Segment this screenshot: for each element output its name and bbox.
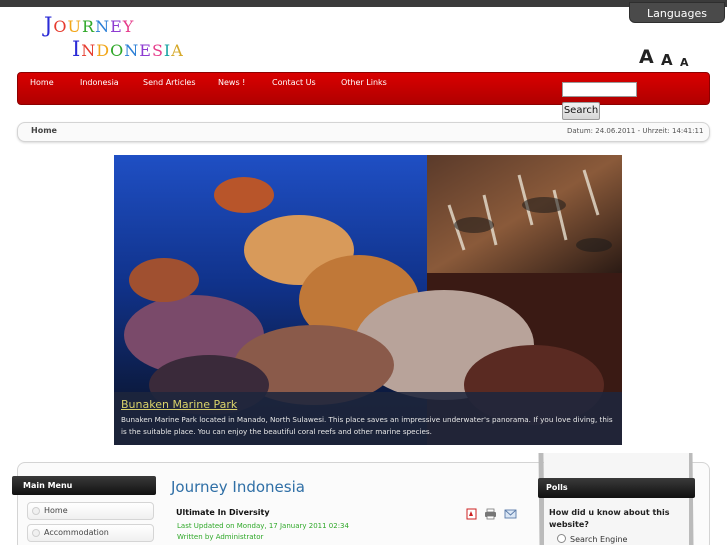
logo-text-journey: OURNEY xyxy=(53,17,134,36)
date-time-display: Datum: 24.06.2011 - Uhrzeit: 14:41:11 xyxy=(567,127,704,135)
logo-letter-j: J xyxy=(44,13,54,37)
logo-line-journey: JOURNEY xyxy=(44,13,134,37)
article-actions xyxy=(466,508,517,520)
slideshow-title-link[interactable]: Bunaken Marine Park xyxy=(121,398,237,411)
logo-letter: N xyxy=(81,41,97,60)
page-title: Journey Indonesia xyxy=(171,478,305,496)
nav-item-send-articles[interactable]: Send Articles xyxy=(143,78,196,87)
polls-title: Polls xyxy=(538,478,695,498)
logo-letter: N xyxy=(124,41,140,60)
languages-tab[interactable]: Languages xyxy=(629,2,725,23)
font-size-small-button[interactable]: A xyxy=(680,56,689,69)
nav-item-other-links[interactable]: Other Links xyxy=(341,78,387,87)
poll-option-label: Search Engine xyxy=(570,535,628,544)
logo-letter: E xyxy=(110,17,123,36)
font-size-large-button[interactable]: A xyxy=(639,46,654,68)
main-menu-title: Main Menu xyxy=(12,476,156,495)
logo-letter: S xyxy=(151,41,164,60)
pdf-icon[interactable] xyxy=(466,508,477,520)
article-last-updated: Last Updated on Monday, 17 January 2011 … xyxy=(177,522,349,530)
poll-question: How did u know about this website? xyxy=(549,508,670,529)
email-icon[interactable] xyxy=(504,509,517,519)
nav-item-news[interactable]: News ! xyxy=(218,78,245,87)
bullet-icon xyxy=(32,507,40,515)
nav-item-indonesia[interactable]: Indonesia xyxy=(80,78,119,87)
search-input[interactable] xyxy=(562,82,637,97)
bullet-icon xyxy=(32,529,40,537)
logo-text-indonesia: NDONESIA xyxy=(81,41,184,60)
font-size-default-button[interactable]: A xyxy=(661,51,673,69)
logo-line-indonesia: INDONESIA xyxy=(72,37,184,61)
menu-item-label: Home xyxy=(44,506,68,515)
logo-letter: E xyxy=(139,41,152,60)
menu-item-accommodation[interactable]: Accommodation xyxy=(27,524,154,542)
menu-item-home[interactable]: Home xyxy=(27,502,154,520)
article-title[interactable]: Ultimate In Diversity xyxy=(176,508,270,517)
logo-letter: O xyxy=(110,41,125,60)
logo-letter: D xyxy=(96,41,111,60)
logo-letter: Y xyxy=(122,17,135,36)
print-icon[interactable] xyxy=(485,508,496,520)
top-strip xyxy=(0,0,727,7)
slideshow-description: Bunaken Marine Park located in Manado, N… xyxy=(121,415,613,436)
logo-letter: R xyxy=(82,17,96,36)
menu-item-label: Accommodation xyxy=(44,528,109,537)
article-author: Written by Administrator xyxy=(177,533,264,541)
nav-item-home[interactable]: Home xyxy=(30,78,54,87)
logo-letter: N xyxy=(95,17,111,36)
nav-item-contact-us[interactable]: Contact Us xyxy=(272,78,316,87)
breadcrumb-home[interactable]: Home xyxy=(31,126,57,135)
right-sidebar-scroll xyxy=(538,453,694,545)
logo-letter: O xyxy=(53,17,68,36)
logo-letter-i: I xyxy=(72,37,82,61)
radio-button[interactable] xyxy=(557,534,566,543)
logo-letter: A xyxy=(171,41,184,60)
search-button[interactable]: Search xyxy=(562,102,600,120)
poll-option-search-engine[interactable]: Search Engine xyxy=(557,534,627,544)
logo-letter: U xyxy=(67,17,83,36)
